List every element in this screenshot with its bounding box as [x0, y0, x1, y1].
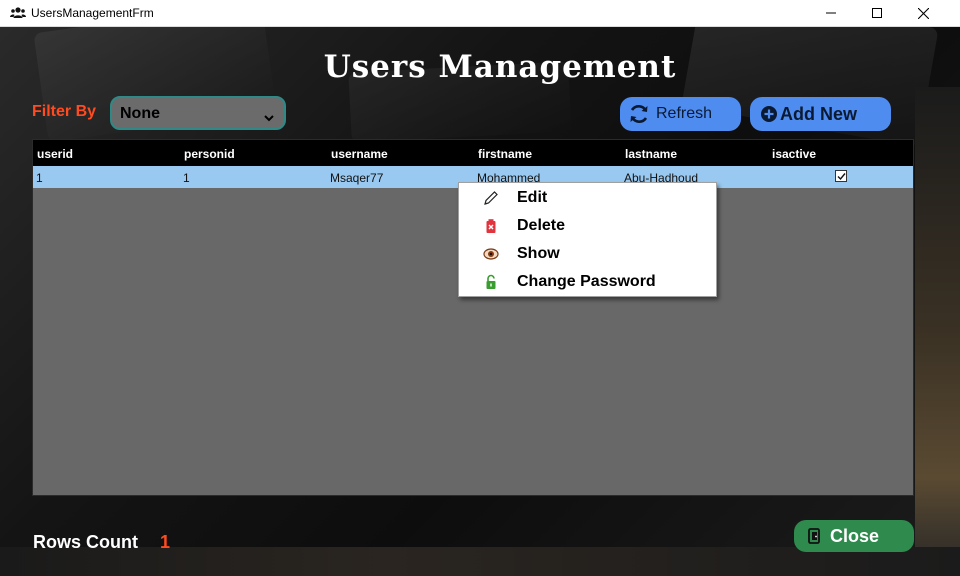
refresh-button[interactable]: Refresh [620, 97, 741, 131]
users-icon [10, 6, 26, 20]
check-icon [837, 173, 846, 181]
column-header-username[interactable]: username [331, 147, 388, 161]
page-title: Users Management [323, 49, 677, 85]
rows-count-value: 1 [160, 532, 171, 552]
add-new-button[interactable]: Add New [750, 97, 891, 131]
isactive-checkbox[interactable] [835, 170, 847, 182]
maximize-icon [872, 8, 882, 18]
column-header-isactive[interactable]: isactive [772, 147, 816, 161]
window-content: Users Management Filter By None Refresh [0, 27, 960, 576]
lock-icon [483, 274, 499, 290]
window-close-button[interactable] [900, 0, 946, 26]
refresh-icon [628, 103, 650, 125]
minimize-button[interactable] [808, 0, 854, 26]
column-header-lastname[interactable]: lastname [625, 147, 677, 161]
menu-item-label: Change Password [517, 273, 656, 290]
close-label: Close [830, 525, 880, 546]
trash-icon [483, 218, 499, 234]
minimize-icon [826, 12, 836, 14]
filter-label: Filter By [32, 103, 97, 120]
title-bar: UsersManagementFrm [0, 0, 960, 27]
background-image [915, 87, 960, 576]
pencil-icon [483, 190, 499, 206]
cell-username: Msaqer77 [330, 171, 384, 185]
refresh-label: Refresh [656, 105, 713, 122]
menu-item-show[interactable]: Show [459, 240, 716, 268]
close-icon [917, 7, 929, 19]
filter-selected-value: None [120, 105, 160, 122]
context-menu: Edit Delete Show Change Password [458, 182, 717, 297]
column-header-personid[interactable]: personid [184, 147, 235, 161]
add-new-label: Add New [780, 103, 858, 124]
menu-item-label: Edit [517, 189, 548, 206]
cell-personid: 1 [183, 171, 190, 185]
plus-circle-icon [760, 105, 778, 123]
window-title: UsersManagementFrm [31, 6, 154, 20]
menu-item-delete[interactable]: Delete [459, 212, 716, 240]
menu-item-edit[interactable]: Edit [459, 184, 716, 212]
cell-userid: 1 [36, 171, 43, 185]
menu-item-change-password[interactable]: Change Password [459, 268, 716, 296]
rows-count-label: Rows Count [33, 532, 138, 552]
eye-icon [483, 246, 499, 262]
menu-item-label: Show [517, 245, 560, 262]
column-header-userid[interactable]: userid [37, 147, 73, 161]
exit-icon [808, 528, 822, 544]
column-header-firstname[interactable]: firstname [478, 147, 532, 161]
filter-select[interactable]: None [110, 96, 286, 130]
maximize-button[interactable] [854, 0, 900, 26]
chevron-down-icon [264, 109, 274, 127]
grid-header: userid personid username firstname lastn… [33, 140, 913, 166]
menu-item-label: Delete [517, 217, 566, 234]
close-button[interactable]: Close [794, 520, 914, 552]
